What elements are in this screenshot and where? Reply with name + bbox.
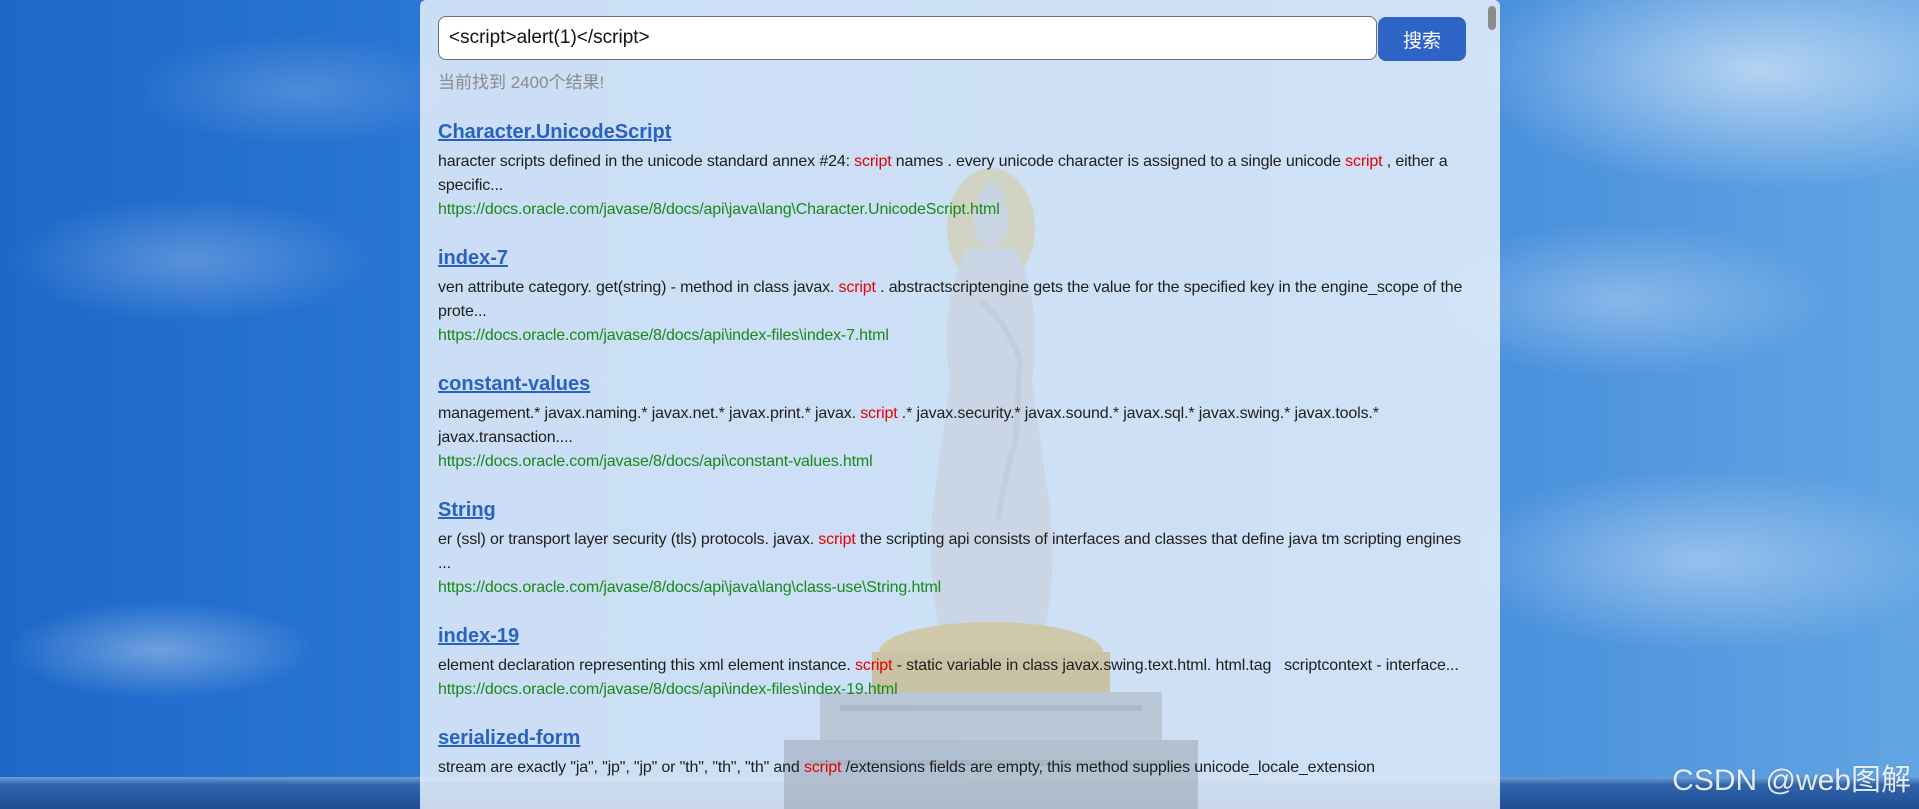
description-text: haracter scripts defined in the unicode … — [438, 153, 855, 170]
result-url-link[interactable]: https://docs.oracle.com/javase/8/docs/ap… — [438, 576, 1466, 600]
keyword-highlight: script — [1345, 153, 1383, 170]
search-result: Character.UnicodeScript haracter scripts … — [438, 118, 1466, 222]
search-result: String er (ssl) or transport layer securi… — [438, 496, 1466, 600]
result-description: ven attribute category. get(string) - me… — [438, 276, 1466, 324]
result-url-link[interactable]: https://docs.oracle.com/javase/8/docs/ap… — [438, 198, 1466, 222]
result-title-link[interactable]: String — [438, 496, 496, 524]
search-bar: 搜索 — [438, 16, 1466, 61]
description-text: names . every unicode character is assig… — [891, 153, 1346, 170]
result-title-link[interactable]: Character.UnicodeScript — [438, 118, 671, 146]
description-text: management.* javax.naming.* javax.net.* … — [438, 405, 861, 422]
keyword-highlight: script — [854, 153, 892, 170]
keyword-highlight: script — [855, 657, 893, 674]
description-text: stream are exactly "ja", "jp", "jp" or "… — [438, 759, 804, 776]
result-title-link[interactable]: index-19 — [438, 622, 519, 650]
search-result: index-7 ven attribute category. get(strin… — [438, 244, 1466, 348]
keyword-highlight: script — [818, 531, 856, 548]
result-description: element declaration representing this xm… — [438, 654, 1466, 678]
description-text: er (ssl) or transport layer security (tl… — [438, 531, 819, 548]
result-url-link[interactable]: https://docs.oracle.com/javase/8/docs/ap… — [438, 678, 1466, 702]
result-title-link[interactable]: constant-values — [438, 370, 590, 398]
description-text: - static variable in class javax.swing.t… — [892, 657, 1459, 674]
description-text: ven attribute category. get(string) - me… — [438, 279, 839, 296]
result-count-text: 当前找到 2400个结果! — [438, 73, 605, 92]
keyword-highlight: script — [860, 405, 898, 422]
search-result: constant-values management.* javax.naming… — [438, 370, 1466, 474]
result-description: stream are exactly "ja", "jp", "jp" or "… — [438, 756, 1466, 780]
result-description: haracter scripts defined in the unicode … — [438, 150, 1466, 198]
search-button[interactable]: 搜索 — [1378, 17, 1466, 61]
result-title-link[interactable]: index-7 — [438, 244, 508, 272]
scrollbar[interactable] — [1484, 0, 1500, 809]
description-text: /extensions fields are empty, this metho… — [841, 759, 1375, 776]
keyword-highlight: script — [838, 279, 876, 296]
description-text: element declaration representing this xm… — [438, 657, 856, 674]
results-list: Character.UnicodeScript haracter scripts … — [438, 118, 1466, 802]
scrollbar-thumb[interactable] — [1488, 6, 1496, 30]
watermark-text: CSDN @web图解 — [1672, 764, 1911, 797]
result-description: management.* javax.naming.* javax.net.* … — [438, 402, 1466, 450]
search-input[interactable] — [438, 16, 1377, 60]
result-url-link[interactable]: https://docs.oracle.com/javase/8/docs/ap… — [438, 324, 1466, 348]
result-description: er (ssl) or transport layer security (tl… — [438, 528, 1466, 576]
main-content: 搜索 当前找到 2400个结果! Character.UnicodeScript… — [438, 0, 1466, 809]
result-title-link[interactable]: serialized-form — [438, 724, 580, 752]
search-result: index-19 element declaration representing… — [438, 622, 1466, 702]
result-url-link[interactable]: https://docs.oracle.com/javase/8/docs/ap… — [438, 450, 1466, 474]
keyword-highlight: script — [803, 759, 842, 776]
search-results-panel: 搜索 当前找到 2400个结果! Character.UnicodeScript… — [420, 0, 1500, 809]
search-result: serialized-form stream are exactly "ja", … — [438, 724, 1466, 780]
